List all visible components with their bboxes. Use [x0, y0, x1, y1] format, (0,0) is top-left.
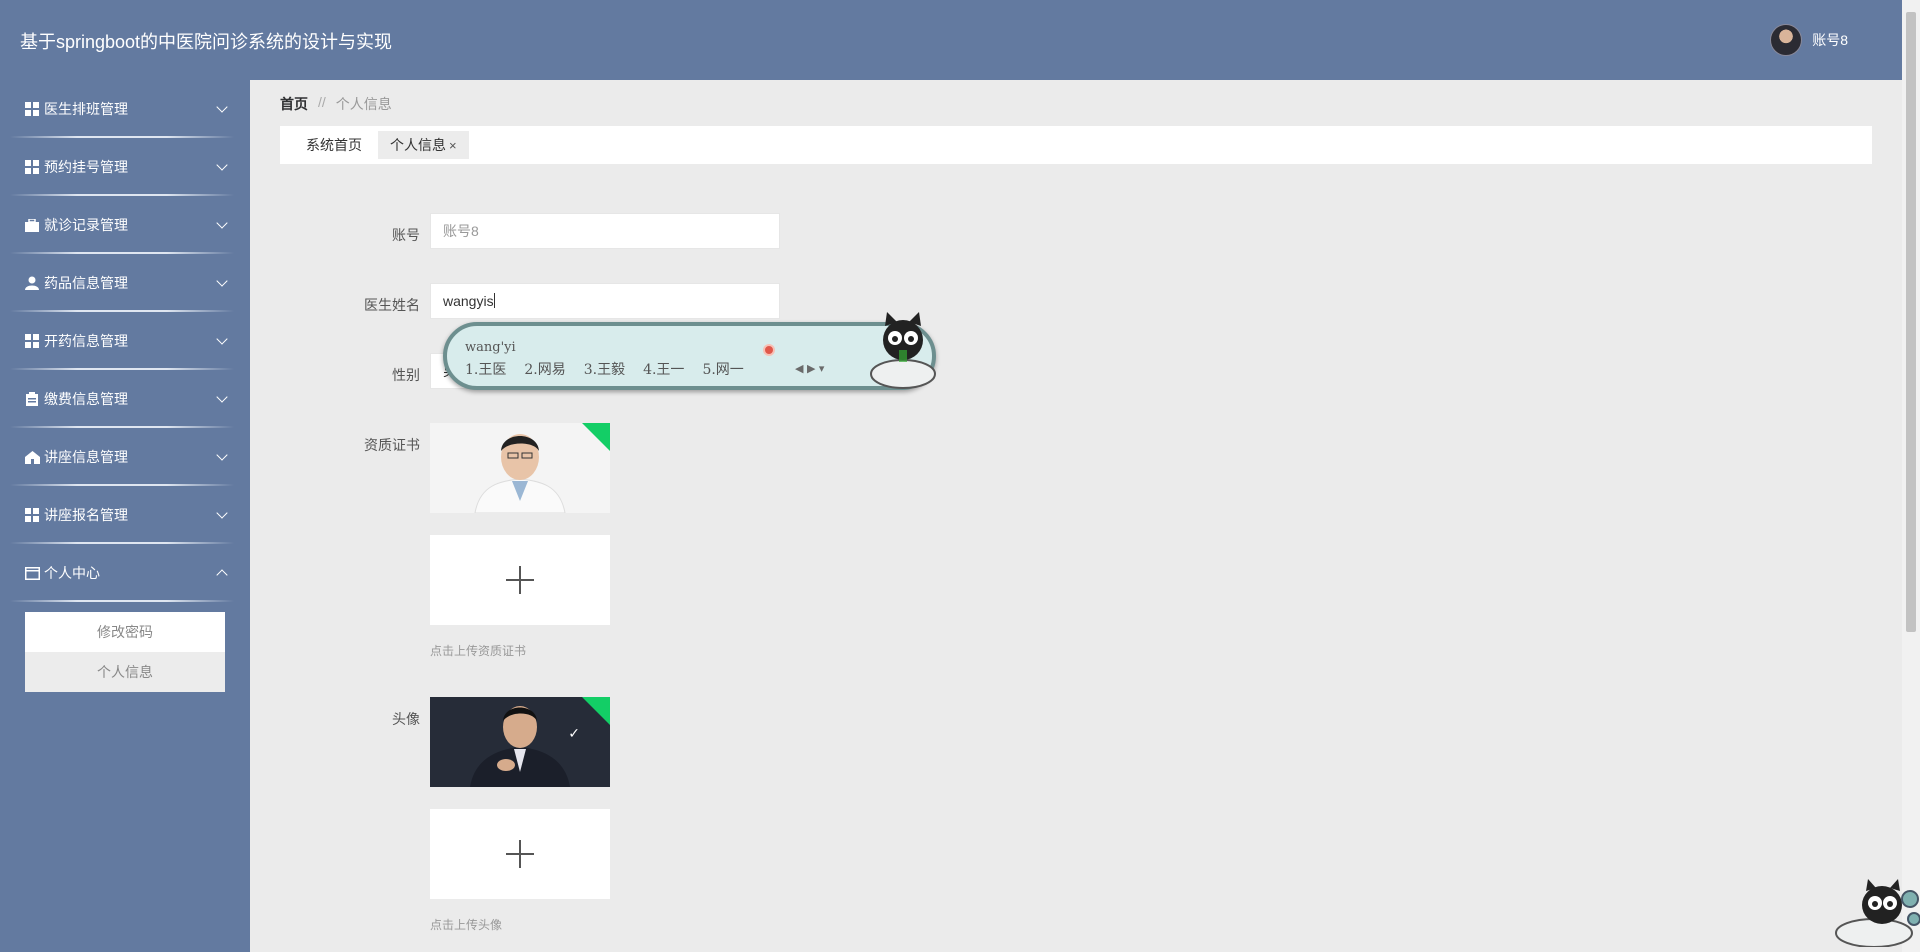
sidebar-item-label: 个人中心: [44, 565, 100, 581]
breadcrumb: 首页 // 个人信息: [280, 94, 392, 114]
certificate-thumbnail[interactable]: [430, 423, 610, 513]
briefcase-icon: [24, 218, 40, 232]
ime-candidate[interactable]: 1.王医: [465, 359, 506, 379]
user-icon: [24, 276, 40, 290]
upload-success-corner: [582, 697, 610, 725]
ime-candidate[interactable]: 3.王毅: [584, 359, 625, 379]
account-label: 账号: [392, 227, 420, 243]
chevron-down-icon: [216, 449, 228, 461]
tabs-bar: 系统首页 个人信息 ×: [280, 126, 1872, 164]
chevron-down-icon: [216, 275, 228, 287]
avatar-thumbnail[interactable]: ✓: [430, 697, 610, 787]
sidebar-item-lecture[interactable]: 讲座信息管理: [10, 428, 234, 486]
chevron-down-icon: [216, 507, 228, 519]
check-icon: ✓: [568, 725, 580, 741]
sidebar-item-visit-records[interactable]: 就诊记录管理: [10, 196, 234, 254]
tab-system-home[interactable]: 系统首页: [294, 131, 374, 159]
chevron-down-icon: [216, 101, 228, 113]
grid-icon: [24, 508, 40, 522]
scrollbar-thumb[interactable]: [1906, 12, 1916, 632]
doctor-name-field[interactable]: wangyis: [430, 283, 780, 319]
chevron-down-icon: [216, 159, 228, 171]
sidebar-item-appointment[interactable]: 预约挂号管理: [10, 138, 234, 196]
sidebar-item-label: 药品信息管理: [44, 275, 128, 291]
grid-icon: [24, 160, 40, 174]
plus-icon: [506, 840, 534, 868]
close-icon[interactable]: ×: [449, 138, 457, 153]
plus-icon: [506, 566, 534, 594]
sidebar-item-personal-center[interactable]: 个人中心: [10, 544, 234, 602]
ime-candidate[interactable]: 4.王一: [643, 359, 684, 379]
sidebar-item-label: 开药信息管理: [44, 333, 128, 349]
certificate-label: 资质证书: [364, 437, 420, 453]
sidebar-item-label: 医生排班管理: [44, 101, 128, 117]
ime-mascot-icon: [867, 312, 941, 396]
avatar-label: 头像: [392, 711, 420, 727]
clipboard-icon: [24, 392, 40, 406]
certificate-upload-button[interactable]: [430, 535, 610, 625]
sidebar-item-schedule[interactable]: 医生排班管理: [10, 80, 234, 138]
sidebar-item-lecture-signup[interactable]: 讲座报名管理: [10, 486, 234, 544]
ime-status-icon[interactable]: [763, 344, 775, 356]
sidebar-item-prescription[interactable]: 开药信息管理: [10, 312, 234, 370]
sidebar-item-label: 预约挂号管理: [44, 159, 128, 175]
sidebar: 医生排班管理 预约挂号管理 就诊记录管理 药品信息管理 开药信息管理 缴费信息管: [0, 80, 250, 952]
username[interactable]: 账号8: [1812, 30, 1848, 50]
cat-mascot-icon[interactable]: [1830, 879, 1920, 952]
doctor-name-value: wangyis: [443, 293, 494, 309]
sidebar-item-label: 缴费信息管理: [44, 391, 128, 407]
submenu-item-personal-info[interactable]: 个人信息: [25, 652, 225, 692]
ime-page-arrows[interactable]: ◀ ▶ ▾: [795, 362, 824, 375]
ime-candidates: 1.王医 2.网易 3.王毅 4.王一 5.网一: [465, 359, 744, 379]
submenu-item-change-password[interactable]: 修改密码: [25, 612, 225, 652]
upload-success-corner: [582, 423, 610, 451]
avatar-upload-tip: 点击上传头像: [430, 918, 503, 932]
user-avatar[interactable]: [1770, 24, 1803, 56]
sidebar-item-label: 就诊记录管理: [44, 217, 128, 233]
ime-pinyin: wang'yi: [465, 340, 516, 355]
avatar-upload-button[interactable]: [430, 809, 610, 899]
tab-personal-info[interactable]: 个人信息 ×: [378, 131, 469, 159]
certificate-upload-tip: 点击上传资质证书: [430, 644, 527, 658]
sidebar-item-payment[interactable]: 缴费信息管理: [10, 370, 234, 428]
window-icon: [24, 566, 40, 580]
chevron-down-icon: [216, 217, 228, 229]
sidebar-item-label: 讲座信息管理: [44, 449, 128, 465]
account-field[interactable]: 账号8: [430, 213, 780, 249]
doctor-name-label: 医生姓名: [364, 297, 420, 313]
sidebar-item-medicine[interactable]: 药品信息管理: [10, 254, 234, 312]
breadcrumb-current: 个人信息: [335, 96, 392, 112]
chevron-down-icon: [216, 333, 228, 345]
house-icon: [24, 450, 40, 464]
tab-label: 个人信息: [390, 137, 446, 153]
ime-candidate-popup: wang'yi 1.王医 2.网易 3.王毅 4.王一 5.网一 ◀ ▶ ▾: [443, 312, 936, 390]
chevron-up-icon: [216, 569, 228, 581]
ime-candidate[interactable]: 2.网易: [524, 359, 565, 379]
personal-center-submenu: 修改密码 个人信息: [25, 612, 225, 692]
chevron-down-icon: [216, 391, 228, 403]
top-header: 基于springboot的中医院问诊系统的设计与实现 账号8: [0, 0, 1902, 80]
user-menu[interactable]: 账号8: [1770, 24, 1848, 56]
gender-label: 性别: [392, 367, 420, 383]
text-caret: [493, 293, 495, 308]
breadcrumb-separator: //: [318, 94, 326, 110]
grid-icon: [24, 102, 40, 116]
sidebar-item-label: 讲座报名管理: [44, 507, 128, 523]
breadcrumb-home[interactable]: 首页: [280, 94, 308, 114]
tab-label: 系统首页: [306, 137, 362, 153]
grid-icon: [24, 334, 40, 348]
app-title: 基于springboot的中医院问诊系统的设计与实现: [20, 32, 393, 52]
ime-candidate[interactable]: 5.网一: [702, 359, 743, 379]
page-scrollbar[interactable]: [1902, 0, 1920, 952]
